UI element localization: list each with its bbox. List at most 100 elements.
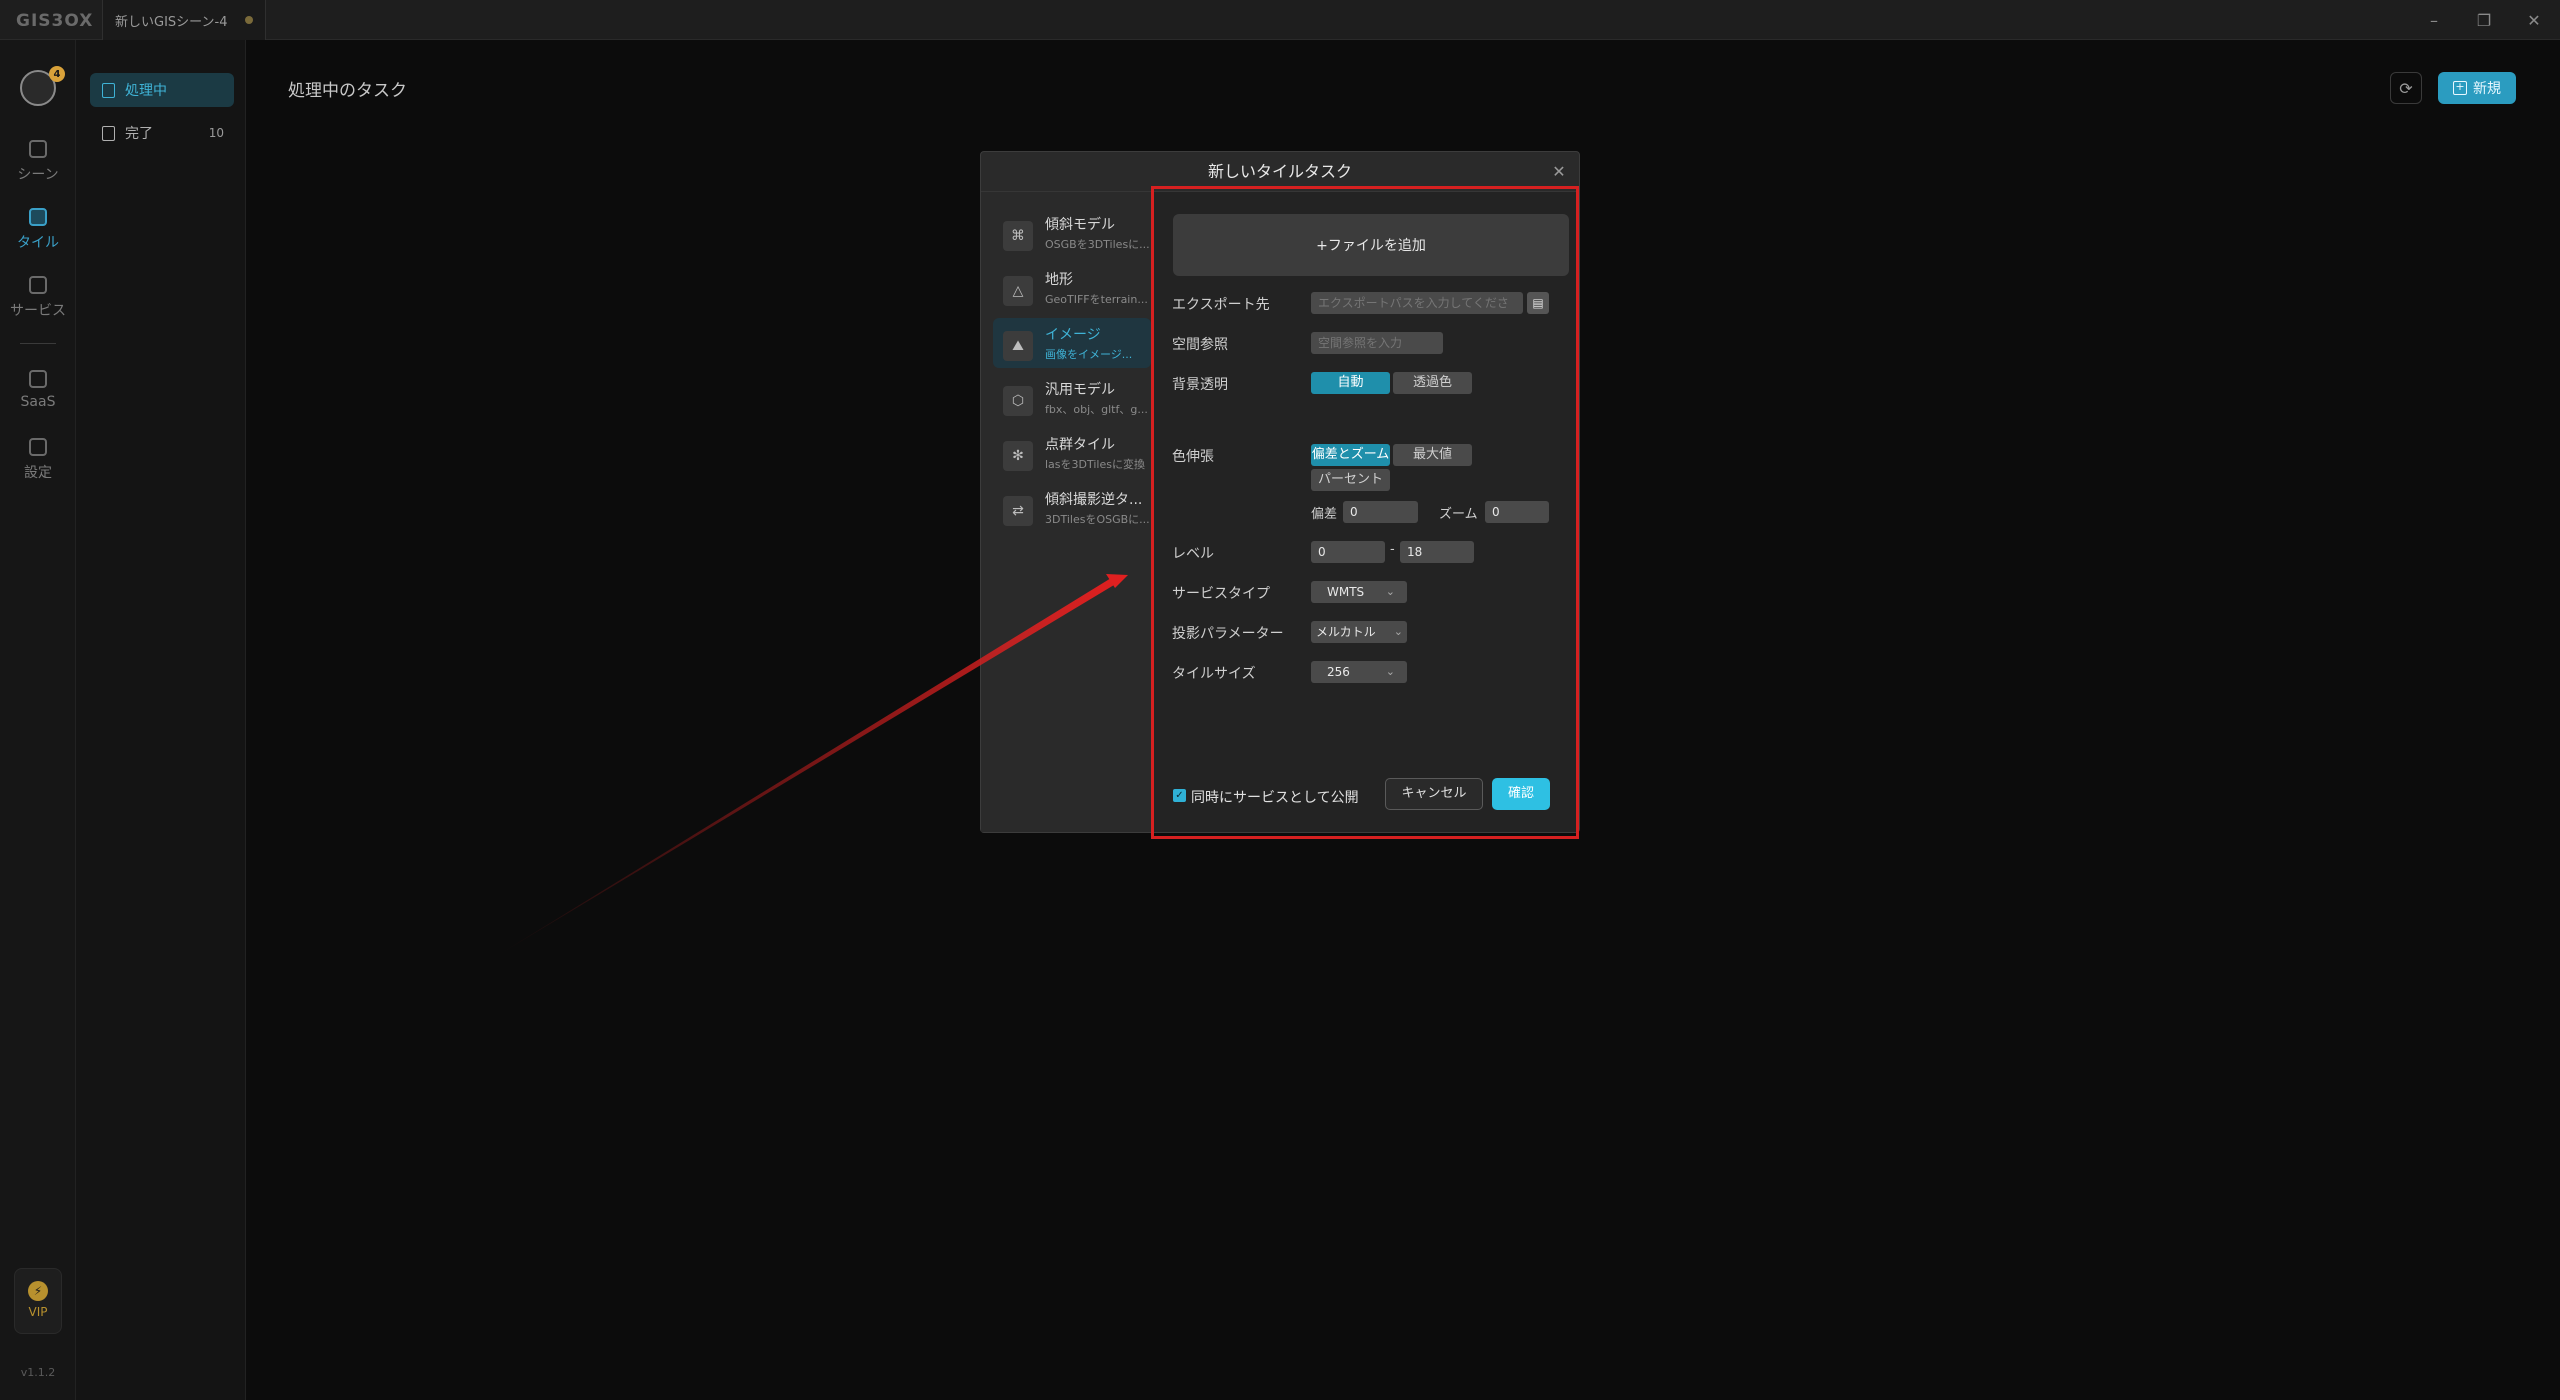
chevron-down-icon: ⌄ bbox=[1385, 665, 1395, 678]
minimize-icon[interactable]: – bbox=[2420, 6, 2448, 34]
bg-auto-option[interactable]: 自動 bbox=[1311, 372, 1390, 394]
level-min-input[interactable] bbox=[1311, 541, 1385, 563]
rail-divider bbox=[20, 343, 56, 344]
zoom-input[interactable] bbox=[1485, 501, 1549, 523]
nav-item-completed[interactable]: 完了 10 bbox=[90, 116, 234, 150]
chevron-down-icon: ⌄ bbox=[1393, 625, 1403, 638]
close-icon[interactable]: ✕ bbox=[1549, 162, 1569, 182]
service-type-value: WMTS bbox=[1327, 585, 1365, 599]
export-path-input[interactable] bbox=[1311, 292, 1523, 314]
type-desc: 3DTilesをOSGBに... bbox=[1045, 513, 1150, 526]
type-desc: lasを3DTilesに変換 bbox=[1045, 458, 1145, 471]
stretch-stddev-option[interactable]: 偏差とズーム bbox=[1311, 444, 1390, 466]
service-icon bbox=[29, 276, 47, 294]
chevron-down-icon: ⌄ bbox=[1385, 585, 1395, 598]
type-name: イメージ bbox=[1045, 327, 1101, 343]
task-nav: 処理中 完了 10 bbox=[76, 40, 246, 1400]
refresh-button[interactable]: ⟳ bbox=[2390, 72, 2422, 104]
nav-item-processing[interactable]: 処理中 bbox=[90, 73, 234, 107]
new-task-label: 新規 bbox=[2473, 81, 2501, 97]
settings-icon bbox=[29, 438, 47, 456]
type-name: 点群タイル bbox=[1045, 437, 1115, 453]
nav-item-label: 処理中 bbox=[125, 83, 167, 99]
type-item-oblique-model[interactable]: ⌘ 傾斜モデル OSGBを3DTilesに... bbox=[993, 208, 1151, 258]
crs-input[interactable] bbox=[1311, 332, 1443, 354]
zoom-label: ズーム bbox=[1439, 507, 1478, 522]
vip-button[interactable]: ⚡ VIP bbox=[14, 1268, 62, 1334]
notification-badge: 4 bbox=[49, 66, 65, 82]
vip-label: VIP bbox=[28, 1305, 48, 1319]
rail-item-service[interactable]: サービス bbox=[0, 276, 76, 320]
type-name: 地形 bbox=[1045, 272, 1073, 288]
check-document-icon bbox=[102, 125, 115, 141]
rail-item-saas[interactable]: SaaS bbox=[0, 370, 76, 410]
imagery-settings-form: +ファイルを追加 エクスポート先 ▤ 空間参照 背景透明 自動 透過色 色伸張 … bbox=[1151, 192, 1579, 832]
projection-value: メルカトル bbox=[1316, 625, 1376, 639]
new-tile-task-dialog: 新しいタイルタスク ✕ ⌘ 傾斜モデル OSGBを3DTilesに... △ 地… bbox=[980, 151, 1580, 833]
reverse-convert-icon: ⇄ bbox=[1003, 496, 1033, 526]
close-window-icon[interactable]: ✕ bbox=[2520, 6, 2548, 34]
rail-item-label: シーン bbox=[17, 167, 59, 183]
type-desc: GeoTIFFをterrain... bbox=[1045, 293, 1148, 306]
offset-label: 偏差 bbox=[1311, 507, 1338, 522]
level-max-input[interactable] bbox=[1400, 541, 1474, 563]
type-desc: 画像をイメージ... bbox=[1045, 348, 1133, 361]
rail-item-tile[interactable]: タイル bbox=[0, 208, 76, 252]
lightning-icon: ⚡ bbox=[28, 1281, 48, 1301]
imagery-icon: ⛰ bbox=[1003, 331, 1033, 361]
tile-size-label: タイルサイズ bbox=[1172, 666, 1256, 682]
type-item-generic-model[interactable]: ⬡ 汎用モデル fbx、obj、gltf、g... bbox=[993, 373, 1151, 423]
add-file-button[interactable]: +ファイルを追加 bbox=[1173, 214, 1569, 276]
rail-item-label: タイル bbox=[17, 235, 59, 251]
document-icon bbox=[102, 82, 115, 98]
completed-count: 10 bbox=[208, 126, 224, 140]
rail-item-settings[interactable]: 設定 bbox=[0, 438, 76, 482]
type-desc: fbx、obj、gltf、g... bbox=[1045, 403, 1148, 416]
oblique-model-icon: ⌘ bbox=[1003, 221, 1033, 251]
version-label: v1.1.2 bbox=[20, 1366, 56, 1379]
tile-type-list: ⌘ 傾斜モデル OSGBを3DTilesに... △ 地形 GeoTIFFをte… bbox=[981, 192, 1151, 832]
cube-icon: ⬡ bbox=[1003, 386, 1033, 416]
stretch-percent-option[interactable]: パーセント bbox=[1311, 469, 1390, 491]
confirm-button[interactable]: 確認 bbox=[1492, 778, 1550, 810]
new-task-button[interactable]: + 新規 bbox=[2438, 72, 2516, 104]
type-item-terrain[interactable]: △ 地形 GeoTIFFをterrain... bbox=[993, 263, 1151, 313]
app-logo: GIS3OX bbox=[16, 11, 94, 31]
dialog-title: 新しいタイルタスク bbox=[981, 152, 1579, 192]
rail-item-label: 設定 bbox=[24, 465, 52, 481]
publish-checkbox[interactable]: ✓ bbox=[1173, 789, 1186, 802]
projection-label: 投影パラメーター bbox=[1172, 626, 1284, 642]
rail-item-label: サービス bbox=[10, 303, 66, 319]
type-desc: OSGBを3DTilesに... bbox=[1045, 238, 1150, 251]
level-label: レベル bbox=[1172, 546, 1214, 562]
projection-select[interactable]: メルカトル ⌄ bbox=[1311, 621, 1407, 643]
stretch-label: 色伸張 bbox=[1172, 449, 1214, 465]
service-type-label: サービスタイプ bbox=[1172, 586, 1270, 602]
tile-size-select[interactable]: 256 ⌄ bbox=[1311, 661, 1407, 683]
rail-item-label: SaaS bbox=[20, 394, 56, 410]
type-item-imagery[interactable]: ⛰ イメージ 画像をイメージ... bbox=[993, 318, 1151, 368]
type-name: 傾斜撮影逆タ... bbox=[1045, 492, 1143, 508]
tile-size-value: 256 bbox=[1327, 665, 1350, 679]
rail-item-scene[interactable]: シーン bbox=[0, 140, 76, 184]
nav-item-label: 完了 bbox=[125, 126, 153, 142]
folder-browse-icon[interactable]: ▤ bbox=[1527, 292, 1549, 314]
type-item-point-cloud[interactable]: ✻ 点群タイル lasを3DTilesに変換 bbox=[993, 428, 1151, 478]
bg-color-option[interactable]: 透過色 bbox=[1393, 372, 1472, 394]
left-rail: 4 シーン タイル サービス SaaS 設定 ⚡ VIP v1.1.2 bbox=[0, 40, 76, 1400]
service-type-select[interactable]: WMTS ⌄ bbox=[1311, 581, 1407, 603]
refresh-icon: ⟳ bbox=[2399, 78, 2413, 98]
tile-icon bbox=[29, 208, 47, 226]
terrain-icon: △ bbox=[1003, 276, 1033, 306]
type-item-reverse-oblique[interactable]: ⇄ 傾斜撮影逆タ... 3DTilesをOSGBに... bbox=[993, 483, 1151, 533]
stretch-max-option[interactable]: 最大値 bbox=[1393, 444, 1472, 466]
cancel-button[interactable]: キャンセル bbox=[1385, 778, 1483, 810]
document-tab[interactable]: 新しいGISシーン-4 bbox=[102, 0, 267, 40]
offset-input[interactable] bbox=[1343, 501, 1418, 523]
unsaved-dot-icon bbox=[245, 16, 254, 24]
type-name: 汎用モデル bbox=[1045, 382, 1115, 398]
scene-icon bbox=[29, 140, 47, 158]
type-name: 傾斜モデル bbox=[1045, 217, 1115, 233]
publish-label[interactable]: 同時にサービスとして公開 bbox=[1191, 787, 1359, 807]
restore-icon[interactable]: ❐ bbox=[2470, 6, 2498, 34]
